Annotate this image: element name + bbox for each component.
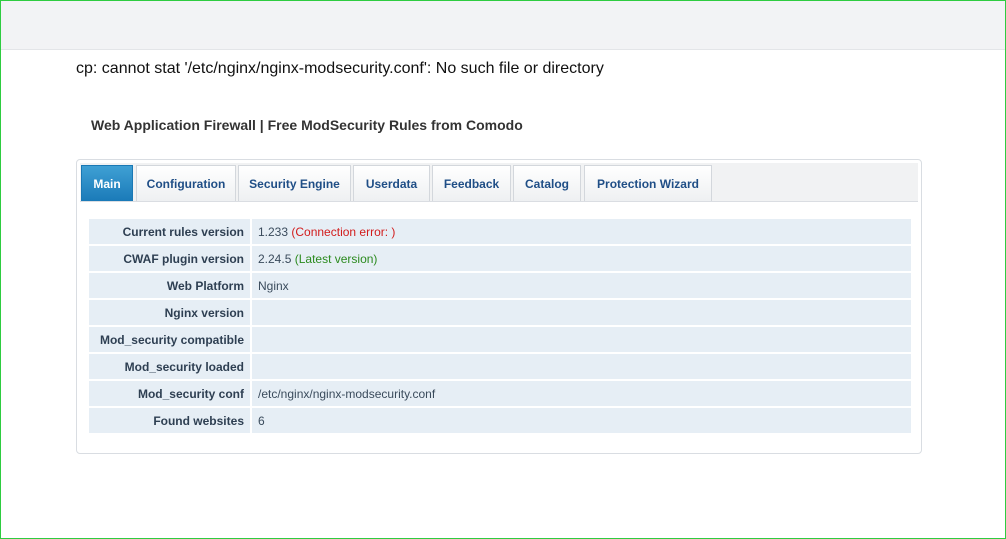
tab-bar: Main Configuration Security Engine Userd… [80, 163, 918, 202]
main-panel: Main Configuration Security Engine Userd… [76, 159, 922, 454]
row-label: Nginx version [164, 305, 244, 320]
info-table: Current rules version 1.233 (Connection … [89, 219, 911, 435]
table-row: Found websites 6 [89, 408, 911, 433]
table-row: Mod_security compatible [89, 327, 911, 352]
row-label: Mod_security loaded [124, 359, 244, 374]
error-message: cp: cannot stat '/etc/nginx/nginx-modsec… [76, 60, 604, 77]
tab-catalog[interactable]: Catalog [513, 165, 581, 201]
row-label: Web Platform [166, 278, 244, 293]
table-row: Mod_security loaded [89, 354, 911, 379]
tab-security-engine[interactable]: Security Engine [238, 165, 351, 201]
row-label: Current rules version [122, 224, 244, 239]
plugin-version-value: 2.24.5 [258, 251, 292, 266]
row-value: 6 [258, 413, 265, 428]
connection-error-note: (Connection error: ) [291, 224, 396, 239]
table-row: Mod_security conf /etc/nginx/nginx-modse… [89, 381, 911, 406]
row-label: Found websites [153, 413, 244, 428]
row-value: Nginx [258, 278, 289, 293]
table-row: Nginx version [89, 300, 911, 325]
row-value: 2.24.5 (Latest version) [252, 252, 377, 266]
tab-main[interactable]: Main [81, 165, 133, 201]
rules-version-value: 1.233 [258, 224, 289, 239]
latest-version-note: (Latest version) [294, 251, 378, 266]
top-bar [1, 1, 1005, 50]
tab-userdata[interactable]: Userdata [353, 165, 430, 201]
table-row: CWAF plugin version 2.24.5 (Latest versi… [89, 246, 911, 271]
tab-feedback[interactable]: Feedback [432, 165, 511, 201]
row-value: /etc/nginx/nginx-modsecurity.conf [258, 386, 436, 401]
row-label: Mod_security compatible [99, 332, 244, 347]
tab-protection-wizard[interactable]: Protection Wizard [584, 165, 712, 201]
page-title: Web Application Firewall | Free ModSecur… [91, 117, 523, 133]
table-row: Current rules version 1.233 (Connection … [89, 219, 911, 244]
row-label: Mod_security conf [137, 386, 244, 401]
row-value: 1.233 (Connection error: ) [252, 225, 395, 239]
row-label: CWAF plugin version [123, 251, 244, 266]
tab-configuration[interactable]: Configuration [136, 165, 236, 201]
table-row: Web Platform Nginx [89, 273, 911, 298]
